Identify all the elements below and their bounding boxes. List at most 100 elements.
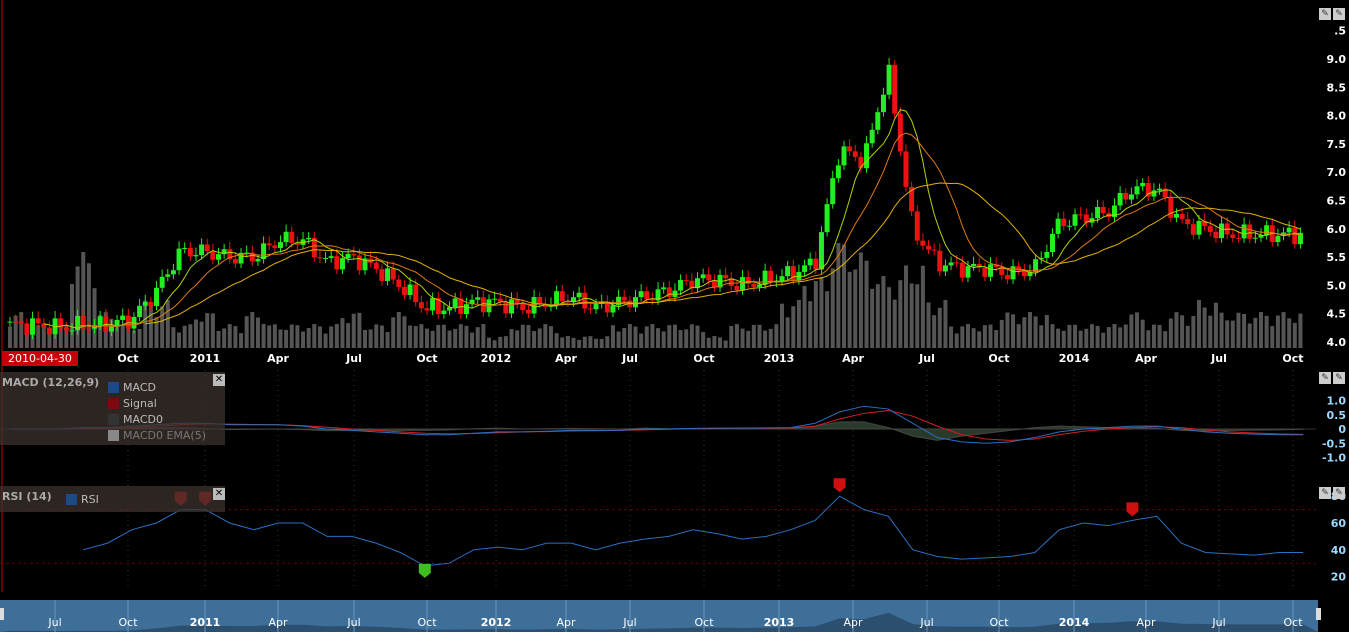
volume-bar (875, 284, 880, 348)
candle (1078, 214, 1084, 216)
volume-bar (244, 316, 249, 348)
volume-bar (1101, 332, 1106, 348)
candle (176, 248, 182, 271)
candle (644, 291, 650, 300)
volume-bar (943, 300, 948, 348)
candle (864, 143, 870, 169)
volume-bar (954, 333, 959, 348)
legend-item-signal[interactable]: Signal (108, 397, 157, 410)
volume-bar (988, 324, 993, 348)
volume-bar (81, 252, 86, 348)
volume-bar (982, 325, 987, 348)
candle (137, 305, 143, 318)
volume-bar (239, 333, 244, 348)
volume-bar (1185, 325, 1190, 348)
volume-bar (757, 324, 762, 348)
navigator-tick: 2013 (764, 616, 795, 629)
legend-item-rsi[interactable]: RSI (66, 493, 99, 506)
volume-bar (740, 328, 745, 348)
stock-chart-app: 4.0 4.5 5.0 5.5 6.0 6.5 7.0 7.5 8.0 8.5 9.0 .5 Oct 20… (0, 0, 1349, 632)
volume-bar (830, 268, 835, 348)
volume-bar (210, 313, 215, 348)
candle (401, 286, 407, 295)
main-panel-tools: ✎ ✎ (1319, 8, 1345, 20)
candle (1061, 218, 1067, 227)
draw-icon[interactable]: ✎ (1333, 372, 1345, 384)
volume-bar (1191, 316, 1196, 348)
swatch-icon (108, 382, 119, 393)
rsi-title: RSI (14) (2, 490, 52, 503)
macd-y-tick: -1.0 (1322, 452, 1346, 465)
candle (463, 304, 469, 315)
draw-icon[interactable]: ✎ (1333, 487, 1345, 499)
volume-bar (1106, 327, 1111, 348)
volume-bar (317, 326, 322, 348)
volume-bar (808, 301, 813, 348)
volume-bar (774, 324, 779, 348)
volume-bar (1157, 325, 1162, 348)
volume-bar (915, 284, 920, 348)
candle (818, 232, 824, 270)
candle (199, 244, 205, 256)
volume-bar (543, 324, 548, 348)
candle (965, 266, 971, 278)
volume-bar (86, 263, 91, 348)
volume-bar (1270, 326, 1275, 348)
legend-item-macd[interactable]: MACD (108, 381, 156, 394)
candle (418, 302, 424, 309)
candle (1128, 194, 1134, 200)
volume-bar (1118, 327, 1123, 348)
volume-bar (284, 329, 289, 348)
volume-bar (1287, 318, 1292, 348)
draw-icon[interactable]: ✎ (1333, 8, 1345, 20)
volume-bar (486, 337, 491, 348)
volume-bar (610, 325, 615, 348)
x-tick-label: 2011 (190, 352, 221, 365)
volume-bar (1208, 315, 1213, 348)
volume-bar (571, 337, 576, 348)
volume-bar (69, 284, 74, 348)
volume-bar (301, 331, 306, 348)
navigator-tick: Apr (268, 616, 288, 629)
candle (407, 284, 413, 295)
volume-bar (289, 324, 294, 348)
candle (385, 268, 391, 281)
legend-item-macd0[interactable]: MACD0 (108, 413, 163, 426)
volume-bar (853, 269, 858, 348)
volume-bar (656, 328, 661, 348)
volume-bar (582, 336, 587, 348)
navigator-tick: Jul (1211, 616, 1225, 629)
candle (272, 245, 278, 248)
chart-canvas[interactable]: 4.0 4.5 5.0 5.5 6.0 6.5 7.0 7.5 8.0 8.5 9.0 .5 Oct 20… (0, 0, 1349, 632)
volume-bar (255, 317, 260, 348)
candle (170, 270, 176, 275)
edit-icon[interactable]: ✎ (1319, 8, 1331, 20)
volume-bar (796, 300, 801, 348)
close-macd-button[interactable]: ✕ (213, 374, 225, 386)
volume-bar (1253, 317, 1258, 348)
volume-bar (413, 326, 418, 348)
edit-icon[interactable]: ✎ (1319, 487, 1331, 499)
volume-bar (177, 332, 182, 348)
close-rsi-button[interactable]: ✕ (213, 488, 225, 500)
candle (413, 284, 419, 303)
candle (7, 321, 13, 323)
volume-bar (605, 336, 610, 348)
volume-bar (171, 327, 176, 348)
x-tick-label: Oct (416, 352, 437, 365)
edit-icon[interactable]: ✎ (1319, 372, 1331, 384)
candle (1252, 237, 1258, 239)
y-tick-label: 8.0 (1327, 110, 1347, 123)
volume-bar (402, 316, 407, 348)
volume-bar (475, 327, 480, 348)
volume-bar (329, 326, 334, 348)
volume-bar (723, 340, 728, 348)
volume-bar (205, 313, 210, 348)
swatch-icon (108, 414, 119, 425)
candle (356, 255, 362, 271)
candle (897, 113, 903, 152)
navigator-tick: Oct (694, 616, 714, 629)
volume-bar (932, 315, 937, 348)
legend-item-macd0-ema[interactable]: MACD0 EMA(5) (108, 429, 206, 442)
candle (740, 277, 746, 291)
